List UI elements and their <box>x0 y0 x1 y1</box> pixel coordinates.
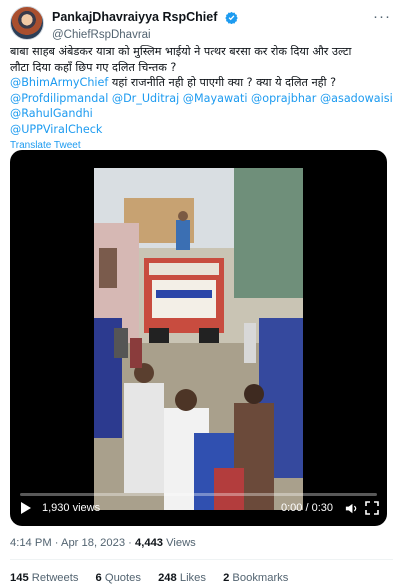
video-time: 0:00 / 0:30 <box>281 502 333 514</box>
tweet-line-3-text: यहां राजनीति नही हो पाएगी क्या ? क्या ये… <box>108 76 337 89</box>
avatar[interactable] <box>10 6 44 40</box>
tweet-text: बाबा साहब अंबेडकर यात्रा को मुस्लिम भाईय… <box>10 44 395 154</box>
video-views: 1,930 views <box>42 502 101 514</box>
likes-count: 248 <box>158 572 177 584</box>
tweet-view-count: 4,443 <box>135 537 164 549</box>
mention-link[interactable]: @BhimArmyChief <box>10 76 108 89</box>
tweet-line-upp: @UPPViralCheck <box>10 122 395 138</box>
mention-link[interactable]: @RahulGandhi <box>10 107 93 120</box>
author-info[interactable]: PankajDhavraiyya RspChief @ChiefRspDhavr… <box>52 9 238 43</box>
tweet-header: PankajDhavraiyya RspChief @ChiefRspDhavr… <box>10 6 393 43</box>
quotes-stat[interactable]: 6 Quotes <box>96 572 141 584</box>
meta-separator: · <box>51 537 61 549</box>
retweets-label: Retweets <box>28 572 79 584</box>
tweet-stats: 145 Retweets 6 Quotes 248 Likes 2 Bookma… <box>10 572 302 584</box>
mention-link[interactable]: @Dr_Uditraj <box>112 92 179 105</box>
fullscreen-icon[interactable] <box>365 501 379 515</box>
volume-icon[interactable] <box>344 501 359 516</box>
bookmarks-stat[interactable]: 2 Bookmarks <box>223 572 288 584</box>
likes-label: Likes <box>176 572 206 584</box>
likes-stat[interactable]: 248 Likes <box>158 572 206 584</box>
tweet-line-rahul: @RahulGandhi <box>10 106 395 122</box>
meta-separator: · <box>125 537 136 549</box>
retweets-count: 145 <box>10 572 29 584</box>
video-frame <box>94 168 303 510</box>
more-options-icon[interactable]: ··· <box>373 8 391 25</box>
author-handle[interactable]: @ChiefRspDhavrai <box>52 28 238 43</box>
retweets-stat[interactable]: 145 Retweets <box>10 572 78 584</box>
video-progress-bar[interactable] <box>20 493 377 496</box>
mention-link[interactable]: @UPPViralCheck <box>10 123 102 136</box>
tweet-date[interactable]: Apr 18, 2023 <box>61 537 125 549</box>
mention-link[interactable]: @asadowaisi <box>320 92 393 105</box>
video-controls: 1,930 views 0:00 / 0:30 <box>10 498 387 520</box>
tweet-metadata: 4:14 PM · Apr 18, 2023 · 4,443 Views <box>10 537 196 549</box>
tweet-time[interactable]: 4:14 PM <box>10 537 52 549</box>
play-icon[interactable] <box>20 501 32 515</box>
tweet-view-label: Views <box>163 537 196 549</box>
video-player[interactable]: 1,930 views 0:00 / 0:30 <box>10 150 387 526</box>
tweet-mentions-row: @Profdilipmandal @Dr_Uditraj @Mayawati @… <box>10 91 395 107</box>
bookmarks-label: Bookmarks <box>229 572 289 584</box>
tweet-line-1: बाबा साहब अंबेडकर यात्रा को मुस्लिम भाईय… <box>10 45 352 58</box>
mention-link[interactable]: @oprajbhar <box>251 92 316 105</box>
mention-link[interactable]: @Profdilipmandal <box>10 92 108 105</box>
quotes-label: Quotes <box>101 572 141 584</box>
verified-badge-icon <box>225 12 238 25</box>
mention-link[interactable]: @Mayawati <box>183 92 248 105</box>
tweet-card: PankajDhavraiyya RspChief @ChiefRspDhavr… <box>0 0 403 587</box>
tweet-line-2: लौटा दिया कहाँ छिप गए दलित चिन्तक ? <box>10 60 177 74</box>
author-display-name[interactable]: PankajDhavraiyya RspChief <box>52 10 217 25</box>
divider <box>10 559 393 560</box>
tweet-line-3: @BhimArmyChief यहां राजनीति नही हो पाएगी… <box>10 75 395 91</box>
